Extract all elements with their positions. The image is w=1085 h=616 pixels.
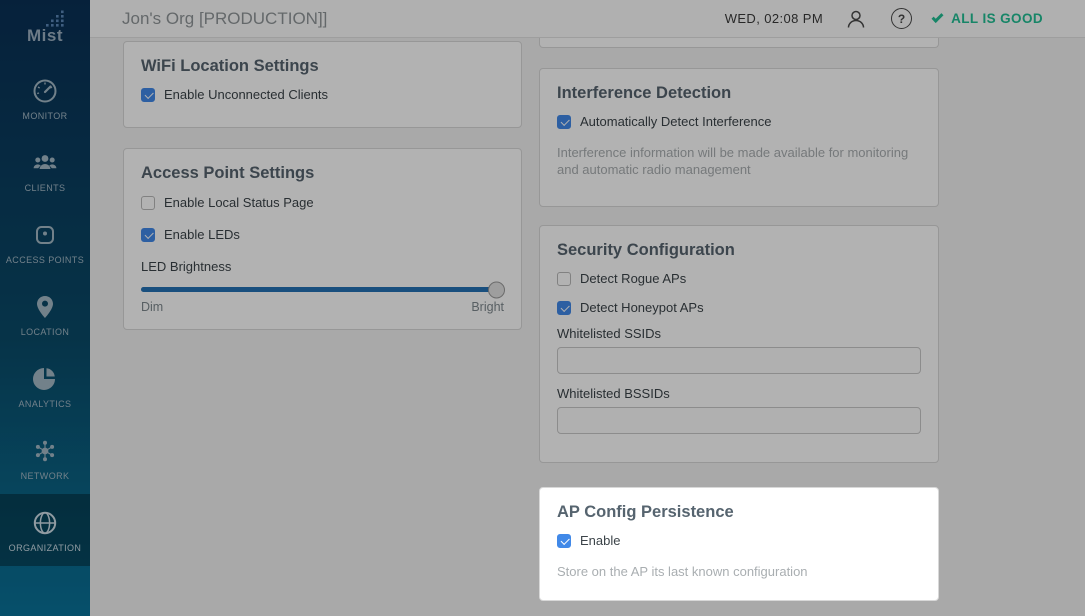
- detect-rogue-aps-checkbox[interactable]: [557, 272, 571, 286]
- sidebar-item-monitor[interactable]: MONITOR: [0, 62, 90, 134]
- led-brightness-label: LED Brightness: [141, 259, 504, 274]
- card-title: Security Configuration: [557, 240, 921, 260]
- help-glyph: ?: [898, 12, 905, 26]
- checkbox-label: Detect Honeypot APs: [580, 300, 704, 315]
- card-title: Access Point Settings: [141, 163, 504, 183]
- slider-max-label: Bright: [471, 300, 504, 314]
- right-column: Interference Detection Automatically Det…: [539, 38, 939, 601]
- enable-local-status-page-checkbox[interactable]: [141, 196, 155, 210]
- sidebar-item-organization[interactable]: ORGANIZATION: [0, 494, 90, 566]
- ap-config-enable-checkbox[interactable]: [557, 534, 571, 548]
- sidebar-item-clients[interactable]: CLIENTS: [0, 134, 90, 206]
- pie-chart-icon: [30, 364, 60, 394]
- auto-detect-interference-checkbox[interactable]: [557, 115, 571, 129]
- checkbox-label: Enable: [580, 533, 620, 548]
- checkbox-label: Enable Unconnected Clients: [164, 87, 328, 102]
- clients-icon: [30, 148, 60, 178]
- settings-page: WiFi Location Settings Enable Unconnecte…: [90, 38, 1085, 616]
- org-title: Jon's Org [PRODUCTION]]: [122, 9, 327, 29]
- whitelisted-ssids-input[interactable]: [557, 347, 921, 374]
- sidebar-item-label: CLIENTS: [25, 183, 66, 193]
- left-column: WiFi Location Settings Enable Unconnecte…: [123, 41, 522, 330]
- checkbox-label: Detect Rogue APs: [580, 271, 686, 286]
- interference-detection-card: Interference Detection Automatically Det…: [539, 68, 939, 207]
- network-nodes-icon: [30, 436, 60, 466]
- card-title: Interference Detection: [557, 83, 921, 103]
- card-title: WiFi Location Settings: [141, 56, 504, 76]
- cut-off-card-bottom: [539, 38, 939, 48]
- mist-logo-text: Mist: [27, 26, 63, 46]
- location-pin-icon: [30, 292, 60, 322]
- sidebar-item-label: ORGANIZATION: [9, 543, 82, 553]
- top-header: Jon's Org [PRODUCTION]] WED, 02:08 PM ? …: [90, 0, 1085, 38]
- slider-fill: [141, 287, 497, 292]
- sidebar-item-access-points[interactable]: ACCESS POINTS: [0, 206, 90, 278]
- card-title: AP Config Persistence: [557, 502, 921, 522]
- enable-unconnected-clients-checkbox[interactable]: [141, 88, 155, 102]
- wifi-location-settings-card: WiFi Location Settings Enable Unconnecte…: [123, 41, 522, 128]
- ap-config-enable-row: Enable: [557, 533, 921, 548]
- checkbox-label: Automatically Detect Interference: [580, 114, 771, 129]
- detect-honeypot-aps-checkbox[interactable]: [557, 301, 571, 315]
- whitelisted-bssids-input[interactable]: [557, 407, 921, 434]
- detect-rogue-aps-row: Detect Rogue APs: [557, 271, 921, 286]
- mist-logo-dots-icon: [46, 10, 65, 27]
- gauge-icon: [30, 76, 60, 106]
- checkbox-label: Enable LEDs: [164, 227, 240, 242]
- sidebar-item-label: NETWORK: [21, 471, 70, 481]
- slider-handle[interactable]: [488, 281, 505, 298]
- access-point-icon: [30, 220, 60, 250]
- enable-leds-checkbox[interactable]: [141, 228, 155, 242]
- detect-honeypot-aps-row: Detect Honeypot APs: [557, 300, 921, 315]
- sidebar-item-label: ACCESS POINTS: [6, 255, 84, 265]
- interference-description: Interference information will be made av…: [557, 145, 921, 178]
- sidebar-item-location[interactable]: LOCATION: [0, 278, 90, 350]
- security-configuration-card: Security Configuration Detect Rogue APs …: [539, 225, 939, 463]
- sidebar-item-label: LOCATION: [21, 327, 70, 337]
- sidebar-item-label: ANALYTICS: [19, 399, 72, 409]
- checkbox-label: Enable Local Status Page: [164, 195, 314, 210]
- enable-unconnected-clients-row: Enable Unconnected Clients: [141, 87, 504, 102]
- sidebar-item-label: MONITOR: [22, 111, 67, 121]
- status-text: ALL IS GOOD: [951, 11, 1043, 26]
- whitelisted-bssids-label: Whitelisted BSSIDs: [557, 387, 921, 401]
- sidebar: Mist MONITOR: [0, 0, 90, 616]
- slider-min-label: Dim: [141, 300, 163, 314]
- slider-end-labels: Dim Bright: [141, 300, 504, 314]
- check-icon: [932, 10, 944, 22]
- enable-leds-row: Enable LEDs: [141, 227, 504, 242]
- ap-config-persistence-card: AP Config Persistence Enable Store on th…: [539, 487, 939, 601]
- access-point-settings-card: Access Point Settings Enable Local Statu…: [123, 148, 522, 330]
- auto-detect-interference-row: Automatically Detect Interference: [557, 114, 921, 129]
- enable-local-status-page-row: Enable Local Status Page: [141, 195, 504, 210]
- led-brightness-slider[interactable]: [141, 287, 504, 292]
- help-icon[interactable]: ?: [891, 8, 912, 29]
- clock-text: WED, 02:08 PM: [725, 11, 823, 26]
- ap-config-description: Store on the AP its last known configura…: [557, 564, 921, 581]
- account-icon[interactable]: [845, 8, 867, 30]
- whitelisted-ssids-label: Whitelisted SSIDs: [557, 327, 921, 341]
- status-badge[interactable]: ALL IS GOOD: [932, 11, 1043, 26]
- sidebar-item-network[interactable]: NETWORK: [0, 422, 90, 494]
- mist-logo[interactable]: Mist: [0, 0, 90, 62]
- globe-icon: [30, 508, 60, 538]
- sidebar-item-analytics[interactable]: ANALYTICS: [0, 350, 90, 422]
